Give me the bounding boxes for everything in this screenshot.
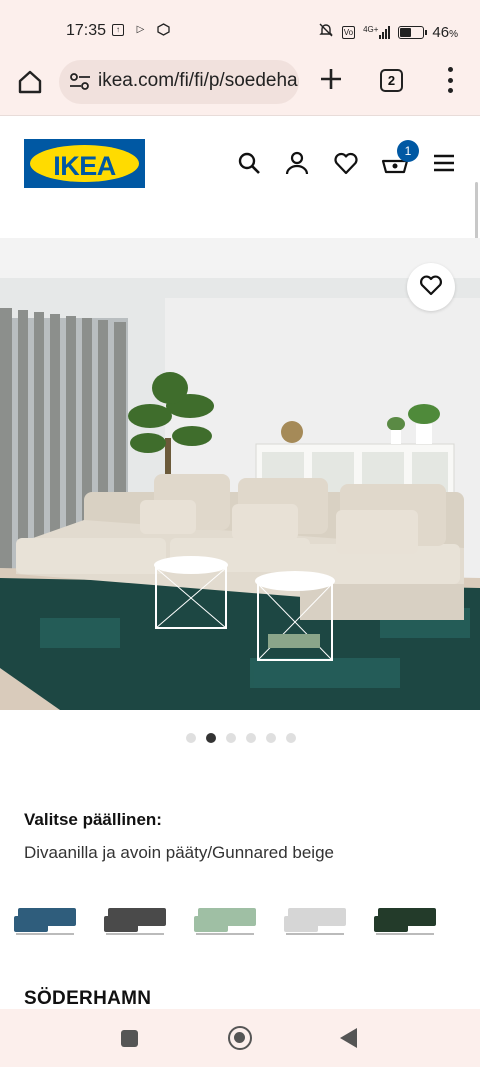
new-tab-icon[interactable] — [318, 66, 344, 92]
carousel-dot[interactable] — [286, 733, 296, 743]
carousel-dot[interactable] — [186, 733, 196, 743]
overflow-menu-icon[interactable] — [446, 67, 454, 93]
battery-icon — [398, 25, 428, 39]
browser-toolbar: ikea.com/fi/fi/p/soedehamn 2 — [0, 60, 480, 116]
header-actions — [236, 150, 462, 180]
ikea-logo[interactable]: IKEA — [24, 139, 145, 188]
carousel-dot[interactable] — [206, 733, 216, 743]
status-time: 17:35 — [66, 22, 107, 39]
add-to-favourites-button[interactable] — [407, 263, 455, 311]
home-button[interactable] — [228, 1026, 252, 1050]
sofa-room-photo — [0, 238, 480, 710]
product-name: SÖDERHAMN — [24, 988, 152, 1009]
notification-icons: ↑ ▷ — [112, 23, 170, 36]
wishlist-icon[interactable] — [333, 150, 359, 176]
cover-swatch-dark-grey[interactable] — [102, 900, 170, 938]
heart-icon — [419, 274, 443, 301]
account-icon[interactable] — [284, 150, 310, 176]
status-bar: 17:35 ↑ ▷ Vo 4G+ 46% — [0, 0, 480, 60]
cover-heading: Valitse päällinen: — [24, 810, 162, 829]
carousel-dot[interactable] — [246, 733, 256, 743]
cover-swatch-light-green[interactable] — [192, 900, 260, 938]
tab-switcher-icon[interactable]: 2 — [380, 69, 403, 92]
play-icon: ▷ — [136, 24, 145, 35]
cover-swatch-light-grey[interactable] — [282, 900, 350, 938]
site-header: IKEA 1 — [0, 116, 480, 352]
upload-icon: ↑ — [112, 23, 124, 36]
selected-cover: Divaanilla ja avoin pääty/Gunnared beige — [24, 843, 334, 862]
home-icon[interactable] — [16, 68, 44, 96]
system-navigation-bar — [0, 1009, 480, 1067]
site-settings-icon[interactable] — [69, 72, 91, 97]
carousel-dot[interactable] — [266, 733, 276, 743]
cover-swatch-blue[interactable] — [12, 900, 80, 938]
product-image[interactable] — [0, 238, 480, 710]
battery-percentage: 46% — [432, 23, 458, 41]
mi-icon — [157, 23, 170, 36]
volte-icon: Vo — [341, 25, 356, 39]
recent-apps-button[interactable] — [121, 1030, 138, 1047]
system-status: Vo 4G+ 46% — [318, 22, 458, 42]
carousel-dot[interactable] — [226, 733, 236, 743]
cart-count-badge: 1 — [397, 140, 419, 162]
cover-swatch-dark-green[interactable] — [372, 900, 440, 938]
address-bar[interactable]: ikea.com/fi/fi/p/soedehamn — [59, 60, 299, 104]
signal-icon: 4G+ — [363, 25, 391, 39]
back-button[interactable] — [340, 1028, 357, 1048]
image-carousel-pagination[interactable] — [186, 733, 296, 743]
url-text: ikea.com/fi/fi/p/soedehamn — [98, 70, 299, 91]
hamburger-menu-icon[interactable] — [432, 150, 458, 176]
mute-icon — [318, 22, 334, 42]
search-icon[interactable] — [236, 150, 262, 176]
cover-swatches — [12, 900, 472, 940]
